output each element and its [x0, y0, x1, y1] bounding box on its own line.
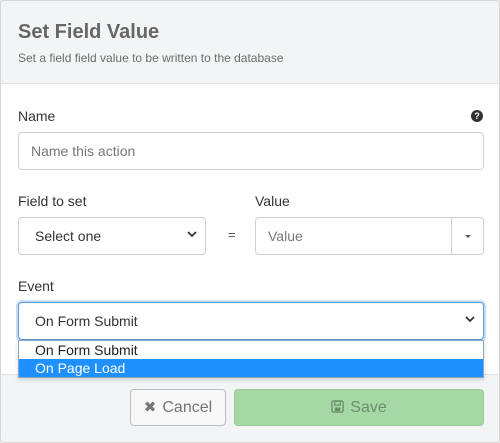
dialog-title: Set Field Value — [18, 21, 160, 43]
dialog-subtitle: Set a field field value to be written to… — [18, 51, 284, 65]
set-field-value-dialog: Set Field Value Set a field field value … — [0, 0, 500, 443]
caret-down-icon — [465, 235, 471, 238]
cancel-label: Cancel — [162, 398, 213, 416]
event-option-form-submit[interactable]: On Form Submit — [19, 341, 483, 359]
name-input[interactable]: Name this action — [18, 132, 484, 170]
event-label: Event — [18, 278, 54, 294]
value-label: Value — [255, 193, 290, 209]
chevron-down-icon — [465, 314, 475, 324]
value-input[interactable]: Value — [255, 217, 452, 255]
equals-sign: = — [228, 227, 236, 242]
value-combobox: Value — [255, 217, 484, 255]
event-options-list: On Form Submit On Page Load — [18, 340, 484, 378]
times-icon: ✖ — [143, 399, 157, 416]
question-circle-icon[interactable]: ? — [471, 110, 483, 122]
save-button[interactable]: Save — [234, 389, 484, 426]
event-selected-value: On Form Submit — [35, 313, 138, 329]
floppy-disk-icon — [331, 399, 345, 416]
chevron-down-icon — [187, 229, 197, 239]
cancel-button[interactable]: ✖ Cancel — [130, 389, 226, 426]
name-label: Name — [18, 108, 56, 124]
event-select[interactable]: On Form Submit — [18, 302, 484, 340]
field-to-set-value: Select one — [35, 228, 102, 244]
event-option-page-load[interactable]: On Page Load — [19, 359, 483, 377]
save-label: Save — [350, 398, 387, 416]
field-to-set-select[interactable]: Select one — [18, 217, 206, 255]
dialog-header: Set Field Value Set a field field value … — [1, 1, 499, 84]
value-dropdown-button[interactable] — [451, 217, 484, 255]
field-to-set-label: Field to set — [18, 193, 87, 209]
